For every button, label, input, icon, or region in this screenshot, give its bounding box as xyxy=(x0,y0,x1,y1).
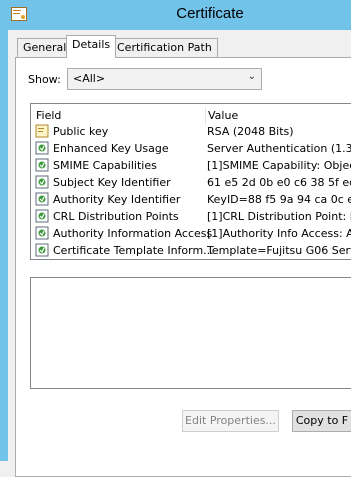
list-item[interactable]: Enhanced Key Usage Server Authentication… xyxy=(31,140,351,157)
field-value: Server Authentication (1.3.6. xyxy=(207,142,351,155)
extension-icon xyxy=(35,175,49,189)
list-item[interactable]: Subject Key Identifier 61 e5 2d 0b e0 c6… xyxy=(31,174,351,191)
extension-icon xyxy=(35,158,49,172)
key-field-icon xyxy=(35,124,49,138)
extension-icon xyxy=(35,192,49,206)
chevron-down-icon: ⌄ xyxy=(247,71,256,82)
window-title: Certificate xyxy=(176,5,244,22)
field-name: Certificate Template Inform... xyxy=(53,244,214,257)
field-name: CRL Distribution Points xyxy=(53,210,179,223)
show-dropdown-value: <All> xyxy=(73,72,106,85)
field-name: SMIME Capabilities xyxy=(53,159,157,172)
list-item[interactable]: Public key RSA (2048 Bits) xyxy=(31,123,351,140)
field-name: Authority Key Identifier xyxy=(53,193,181,206)
field-name: Authority Information Access xyxy=(53,227,213,240)
show-dropdown[interactable]: <All> ⌄ xyxy=(67,68,262,90)
window-frame xyxy=(0,30,8,461)
title-bar[interactable]: Certificate xyxy=(0,0,351,30)
extension-icon xyxy=(35,141,49,155)
extension-icon xyxy=(35,243,49,257)
edit-properties-button[interactable]: Edit Properties... xyxy=(182,410,279,432)
list-item[interactable]: Authority Information Access [1]Authorit… xyxy=(31,225,351,242)
field-value: KeyID=88 f5 9a 94 ca 0c e3 2 xyxy=(207,193,351,206)
field-name: Public key xyxy=(53,125,109,138)
list-item[interactable]: SMIME Capabilities [1]SMIME Capability: … xyxy=(31,157,351,174)
column-header-value-label: Value xyxy=(208,109,239,122)
tab-general[interactable]: General xyxy=(17,38,73,57)
field-name: Enhanced Key Usage xyxy=(53,142,169,155)
copy-to-file-button[interactable]: Copy to F xyxy=(292,410,351,432)
list-item[interactable]: Authority Key Identifier KeyID=88 f5 9a … xyxy=(31,191,351,208)
extension-icon xyxy=(35,226,49,240)
field-value: RSA (2048 Bits) xyxy=(207,125,294,138)
field-value: [1]SMIME Capability: Object I xyxy=(207,159,351,172)
extension-icon xyxy=(35,209,49,223)
field-name: Subject Key Identifier xyxy=(53,176,171,189)
fields-list-view[interactable]: Field Value Public key RSA (2048 Bits) E… xyxy=(30,103,351,260)
show-label: Show: xyxy=(28,73,61,86)
field-value: [1]Authority Info Access: Acc xyxy=(207,227,351,240)
column-header-field-label: Field xyxy=(36,109,62,122)
field-value: [1]CRL Distribution Point: Distr xyxy=(207,210,351,223)
field-value: 61 e5 2d 0b e0 c6 38 5f ed 0d xyxy=(207,176,351,189)
list-item[interactable]: CRL Distribution Points [1]CRL Distribut… xyxy=(31,208,351,225)
list-item[interactable]: Certificate Template Inform... Template=… xyxy=(31,242,351,259)
field-detail-textbox[interactable] xyxy=(30,277,351,389)
tab-certification-path[interactable]: Certification Path xyxy=(111,38,218,57)
field-value: Template=Fujitsu G06 Server xyxy=(207,244,351,257)
tab-details[interactable]: Details xyxy=(66,35,117,58)
